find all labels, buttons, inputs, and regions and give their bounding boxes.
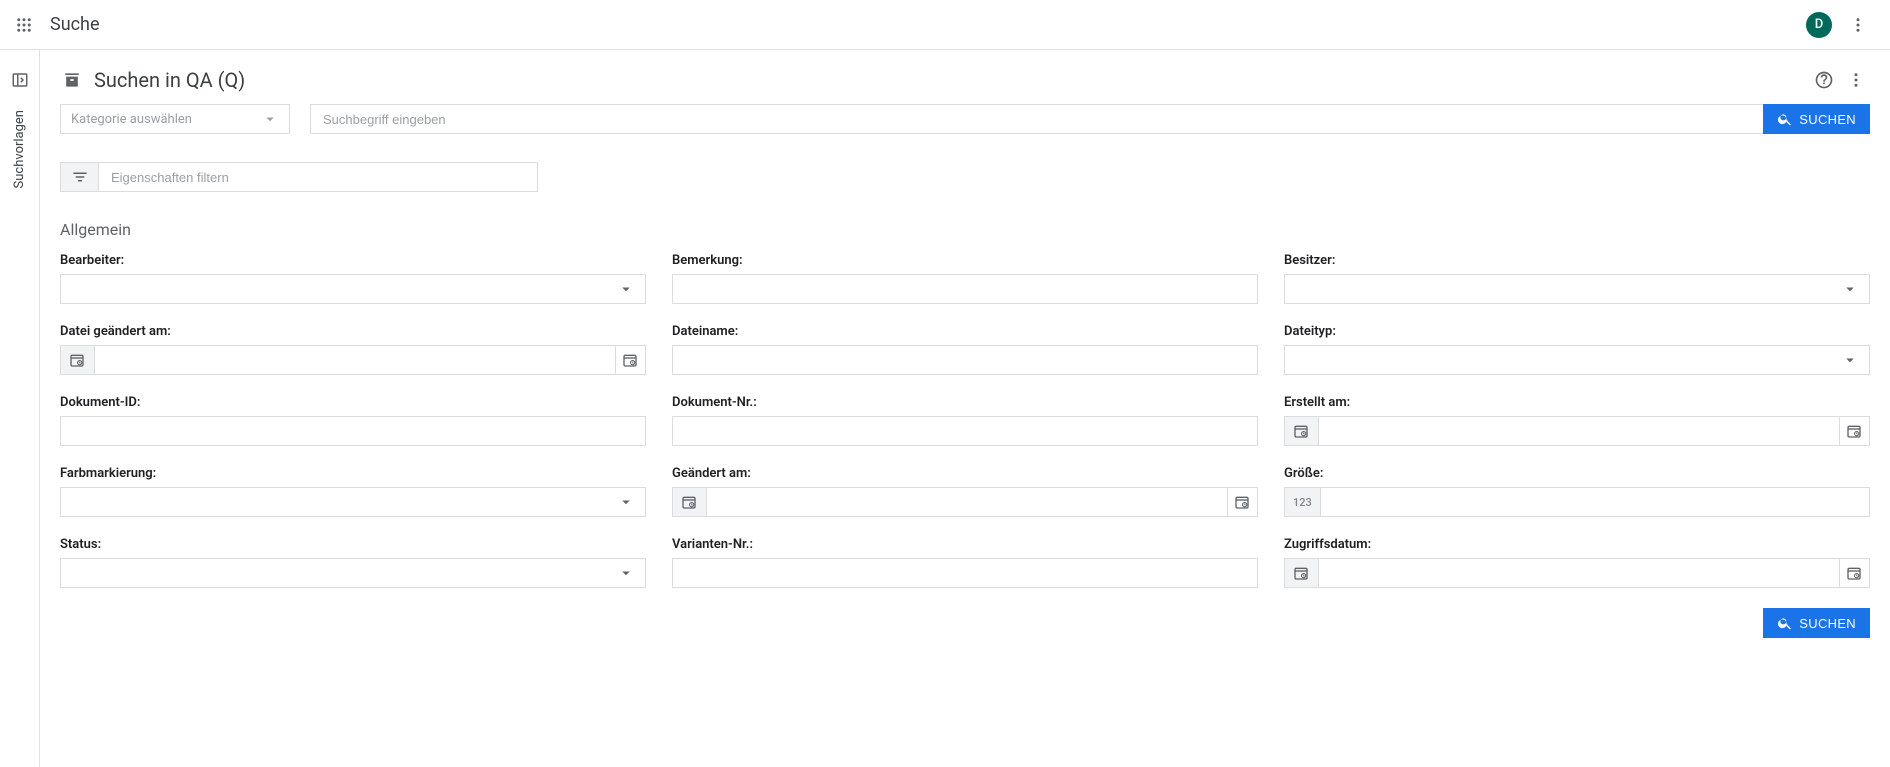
numeric-prefix-icon: 123 (1284, 487, 1320, 517)
calendar-prefix-icon[interactable] (1284, 558, 1318, 588)
archive-icon (60, 68, 84, 92)
calendar-picker-icon[interactable] (1840, 558, 1870, 588)
field-bemerkung: Bemerkung: (672, 253, 1258, 304)
calendar-prefix-icon[interactable] (1284, 416, 1318, 446)
top-header: Suche D (0, 0, 1890, 50)
label-datei-geaendert-am: Datei geändert am: (60, 324, 646, 339)
apps-icon[interactable] (12, 13, 36, 37)
search-icon (1777, 111, 1793, 127)
label-dokument-id: Dokument-ID: (60, 395, 646, 410)
label-geaendert-am: Geändert am: (672, 466, 1258, 481)
input-bemerkung[interactable] (672, 274, 1258, 304)
page-more-icon[interactable] (1842, 66, 1870, 94)
form-grid: Bearbeiter: Bemerkung: Besitzer: Datei g… (60, 253, 1870, 588)
select-besitzer[interactable] (1284, 274, 1870, 304)
category-select[interactable]: Kategorie auswählen (60, 104, 290, 134)
field-farbmarkierung: Farbmarkierung: (60, 466, 646, 517)
label-status: Status: (60, 537, 646, 552)
input-dateiname[interactable] (672, 345, 1258, 375)
select-bearbeiter[interactable] (60, 274, 646, 304)
help-icon[interactable] (1810, 66, 1838, 94)
input-groesse[interactable] (1320, 487, 1870, 517)
field-erstellt-am: Erstellt am: (1284, 395, 1870, 446)
calendar-prefix-icon[interactable] (60, 345, 94, 375)
caret-down-icon (617, 564, 635, 582)
left-sidebar: Suchvorlagen (0, 50, 40, 767)
input-datei-geaendert-am[interactable] (94, 345, 616, 375)
field-zugriffsdatum: Zugriffsdatum: (1284, 537, 1870, 588)
select-farbmarkierung[interactable] (60, 487, 646, 517)
search-icon (1777, 615, 1793, 631)
input-dokument-id[interactable] (60, 416, 646, 446)
field-dateiname: Dateiname: (672, 324, 1258, 375)
caret-down-icon (617, 493, 635, 511)
caret-down-icon (617, 280, 635, 298)
app-title: Suche (50, 14, 100, 35)
filter-icon[interactable] (60, 162, 98, 192)
select-dateityp[interactable] (1284, 345, 1870, 375)
label-farbmarkierung: Farbmarkierung: (60, 466, 646, 481)
header-more-icon[interactable] (1844, 11, 1872, 39)
footer-search-button-label: SUCHEN (1799, 616, 1856, 631)
label-dokument-nr: Dokument-Nr.: (672, 395, 1258, 410)
field-datei-geaendert-am: Datei geändert am: (60, 324, 646, 375)
calendar-prefix-icon[interactable] (672, 487, 706, 517)
field-bearbeiter: Bearbeiter: (60, 253, 646, 304)
filter-row (60, 162, 1870, 192)
search-term-input[interactable] (310, 104, 1763, 134)
label-zugriffsdatum: Zugriffsdatum: (1284, 537, 1870, 552)
input-dokument-nr[interactable] (672, 416, 1258, 446)
category-select-placeholder: Kategorie auswählen (71, 112, 192, 127)
main-content: Suchen in QA (Q) Kategorie auswählen SUC… (40, 50, 1890, 668)
avatar[interactable]: D (1806, 12, 1832, 38)
field-dateityp: Dateityp: (1284, 324, 1870, 375)
caret-down-icon (1841, 351, 1859, 369)
caret-down-icon (1841, 280, 1859, 298)
footer-row: SUCHEN (60, 608, 1870, 638)
page-title: Suchen in QA (Q) (94, 68, 245, 92)
calendar-picker-icon[interactable] (1228, 487, 1258, 517)
sidebar-tab-suchvorlagen[interactable]: Suchvorlagen (12, 110, 27, 188)
input-erstellt-am[interactable] (1318, 416, 1840, 446)
label-groesse: Größe: (1284, 466, 1870, 481)
filter-properties-input[interactable] (98, 162, 538, 192)
caret-down-icon (261, 110, 279, 128)
field-dokument-id: Dokument-ID: (60, 395, 646, 446)
field-status: Status: (60, 537, 646, 588)
section-general-label: Allgemein (60, 220, 1870, 239)
field-varianten-nr: Varianten-Nr.: (672, 537, 1258, 588)
calendar-picker-icon[interactable] (1840, 416, 1870, 446)
label-bemerkung: Bemerkung: (672, 253, 1258, 268)
input-geaendert-am[interactable] (706, 487, 1228, 517)
label-dateiname: Dateiname: (672, 324, 1258, 339)
field-geaendert-am: Geändert am: (672, 466, 1258, 517)
select-status[interactable] (60, 558, 646, 588)
calendar-picker-icon[interactable] (616, 345, 646, 375)
label-besitzer: Besitzer: (1284, 253, 1870, 268)
search-button-label: SUCHEN (1799, 112, 1856, 127)
input-varianten-nr[interactable] (672, 558, 1258, 588)
field-besitzer: Besitzer: (1284, 253, 1870, 304)
label-erstellt-am: Erstellt am: (1284, 395, 1870, 410)
field-groesse: Größe: 123 (1284, 466, 1870, 517)
label-varianten-nr: Varianten-Nr.: (672, 537, 1258, 552)
panel-toggle-icon[interactable] (8, 68, 32, 92)
search-button[interactable]: SUCHEN (1763, 104, 1870, 134)
footer-search-button[interactable]: SUCHEN (1763, 608, 1870, 638)
input-zugriffsdatum[interactable] (1318, 558, 1840, 588)
search-row: Kategorie auswählen SUCHEN (60, 104, 1870, 134)
label-bearbeiter: Bearbeiter: (60, 253, 646, 268)
page-heading-row: Suchen in QA (Q) (60, 66, 1870, 94)
label-dateityp: Dateityp: (1284, 324, 1870, 339)
field-dokument-nr: Dokument-Nr.: (672, 395, 1258, 446)
